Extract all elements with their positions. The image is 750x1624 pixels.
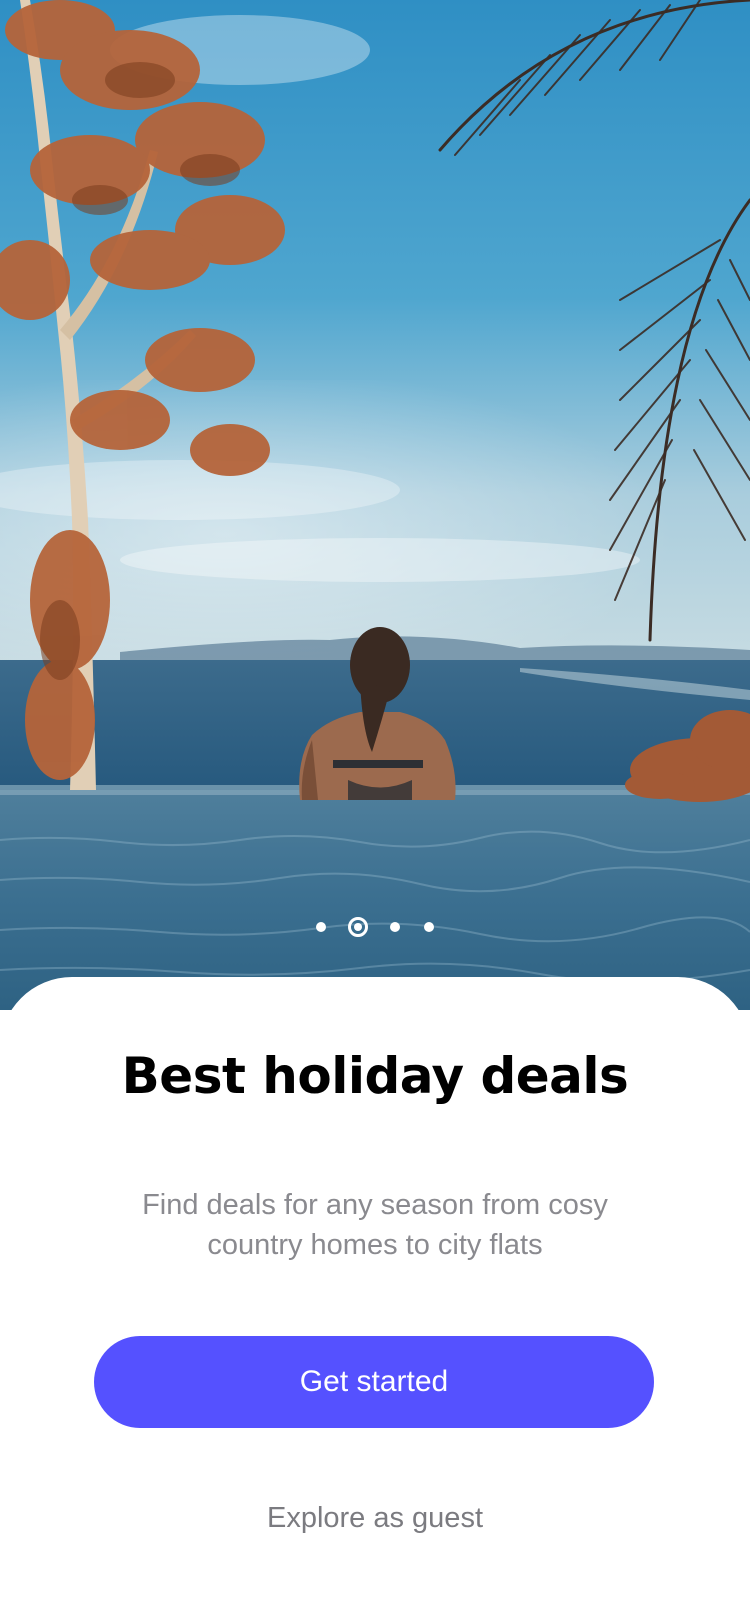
carousel-dot[interactable]	[390, 922, 400, 932]
hero-image	[0, 0, 750, 1010]
page-subtitle: Find deals for any season from cosy coun…	[142, 1189, 608, 1261]
onboarding-card: Best holiday deals Find deals for any se…	[0, 977, 750, 1624]
carousel-dot[interactable]	[316, 922, 326, 932]
carousel-dot-active[interactable]	[348, 917, 368, 937]
get-started-button[interactable]: Get started	[94, 1336, 654, 1428]
onboarding-screen: Best holiday deals Find deals for any se…	[0, 0, 750, 1624]
carousel-dot[interactable]	[424, 922, 434, 932]
page-title: Best holiday deals	[121, 1047, 629, 1105]
carousel-indicator[interactable]	[0, 915, 750, 939]
explore-as-guest-link[interactable]: Explore as guest	[0, 1502, 750, 1535]
